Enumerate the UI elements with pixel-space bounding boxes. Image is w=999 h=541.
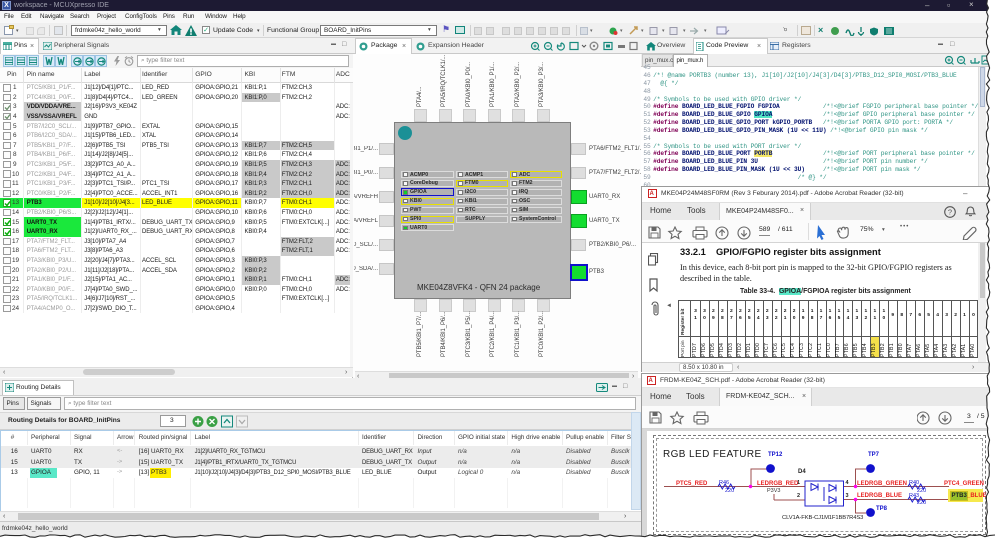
svg-text:?: ? — [948, 207, 952, 216]
